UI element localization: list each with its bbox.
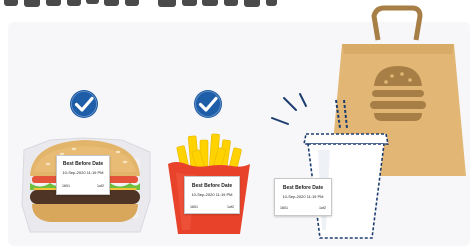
fries-best-before-label: Best Before Date 10-Sep-2020 11:19 PM 16… xyxy=(184,176,240,214)
label-title: Best Before Date xyxy=(62,161,104,167)
label-title: Best Before Date xyxy=(282,185,324,191)
label-count: 1of2 xyxy=(319,206,326,210)
label-code: 1601 xyxy=(280,206,288,210)
label-count: 1of2 xyxy=(227,205,234,209)
illustration-scene: Best Before Date 10-Sep-2020 11:19 PM 16… xyxy=(0,0,470,246)
label-count: 1of2 xyxy=(97,184,104,188)
burger-best-before-label: Best Before Date 10-Sep-2020 11:19 PM 16… xyxy=(56,155,110,195)
burger-checkmark-icon xyxy=(70,90,98,118)
fries-checkmark-icon xyxy=(194,90,222,118)
label-title: Best Before Date xyxy=(191,183,233,189)
label-date: 10-Sep-2020 11:19 PM xyxy=(62,170,104,175)
label-code: 1601 xyxy=(62,184,70,188)
label-date: 10-Sep-2020 11:19 PM xyxy=(282,194,324,199)
label-code: 1601 xyxy=(190,205,198,209)
label-date: 10-Sep-2020 11:19 PM xyxy=(191,192,233,197)
cup-best-before-label: Best Before Date 10-Sep-2020 11:19 PM 16… xyxy=(274,178,332,216)
